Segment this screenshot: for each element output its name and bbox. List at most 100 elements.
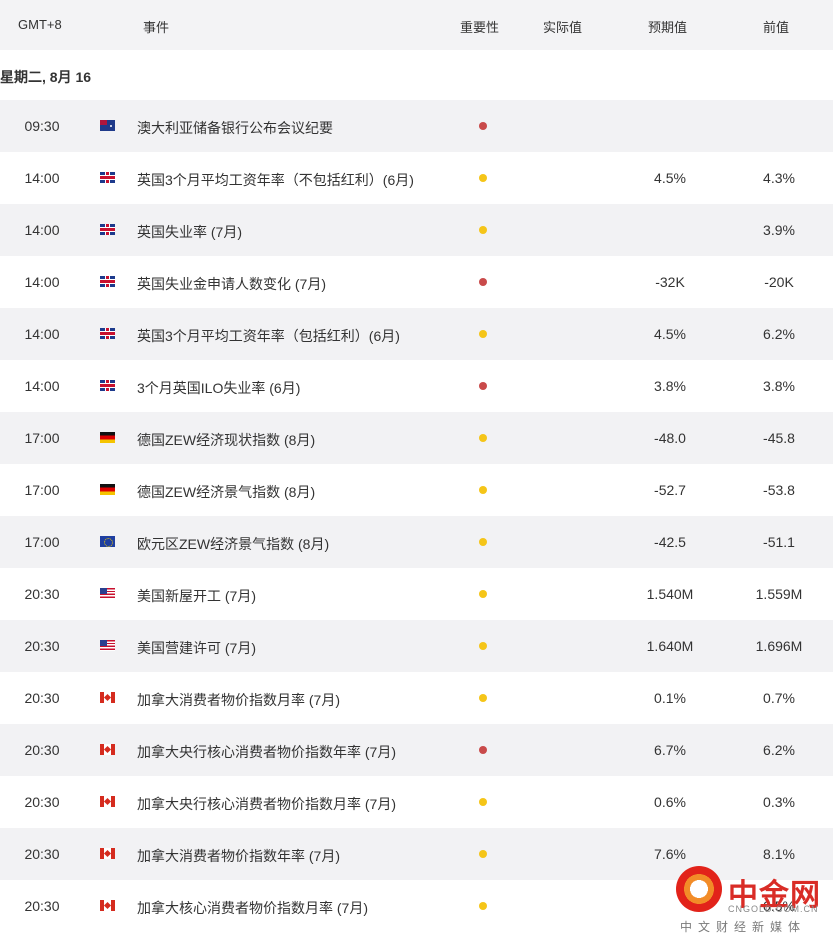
event-list: 09:30 澳大利亚储备银行公布会议纪要 14:00 英国3个月平均工资年率（不包括红…	[0, 100, 833, 932]
event-name[interactable]: 英国3个月平均工资年率（包括红利）(6月)	[137, 326, 400, 346]
germany-flag-icon	[100, 432, 115, 443]
timezone-header[interactable]: GMT+8	[18, 17, 62, 32]
table-row[interactable]: 09:30 澳大利亚储备银行公布会议纪要	[0, 100, 833, 152]
previous-value: 0.3%	[763, 794, 795, 810]
table-row[interactable]: 14:00 英国3个月平均工资年率（包括红利）(6月) 4.5% 6.2%	[0, 308, 833, 360]
previous-value: -53.8	[763, 482, 795, 498]
event-time: 09:30	[24, 118, 60, 134]
previous-value: 1.696M	[755, 638, 803, 654]
forecast-value: -52.7	[654, 482, 686, 498]
table-row[interactable]: 14:00 3个月英国ILO失业率 (6月) 3.8% 3.8%	[0, 360, 833, 412]
importance-dot	[479, 746, 487, 754]
watermark-url: CNGOLD.COM.CN	[728, 904, 819, 914]
watermark: 中金网 CNGOLD.COM.CN 中文财经新媒体	[676, 866, 833, 942]
event-name[interactable]: 英国3个月平均工资年率（不包括红利）(6月)	[137, 170, 414, 190]
table-row[interactable]: 20:30 加拿大央行核心消费者物价指数年率 (7月) 6.7% 6.2%	[0, 724, 833, 776]
importance-dot	[479, 902, 487, 910]
event-name[interactable]: 德国ZEW经济景气指数 (8月)	[137, 482, 315, 502]
us-flag-icon	[100, 640, 115, 651]
forecast-value: 1.640M	[646, 638, 694, 654]
germany-flag-icon	[100, 484, 115, 495]
event-time: 14:00	[24, 222, 60, 238]
uk-flag-icon	[100, 328, 115, 339]
importance-dot	[479, 122, 487, 130]
event-time: 20:30	[24, 638, 60, 654]
event-time: 14:00	[24, 274, 60, 290]
event-time: 17:00	[24, 482, 60, 498]
previous-value: 6.2%	[763, 326, 795, 342]
table-row[interactable]: 14:00 英国失业率 (7月) 3.9%	[0, 204, 833, 256]
table-row[interactable]: 17:00 欧元区ZEW经济景气指数 (8月) -42.5 -51.1	[0, 516, 833, 568]
previous-value: 6.2%	[763, 742, 795, 758]
previous-value: 4.3%	[763, 170, 795, 186]
uk-flag-icon	[100, 276, 115, 287]
importance-dot	[479, 486, 487, 494]
table-row[interactable]: 20:30 加拿大消费者物价指数月率 (7月) 0.1% 0.7%	[0, 672, 833, 724]
previous-value: -20K	[764, 274, 794, 290]
forecast-value: 4.5%	[654, 170, 686, 186]
event-time: 14:00	[24, 326, 60, 342]
event-time: 20:30	[24, 846, 60, 862]
event-time: 20:30	[24, 690, 60, 706]
canada-flag-icon	[100, 692, 115, 703]
importance-dot	[479, 538, 487, 546]
event-name[interactable]: 加拿大消费者物价指数月率 (7月)	[137, 690, 340, 710]
event-time: 20:30	[24, 898, 60, 914]
event-time: 17:00	[24, 534, 60, 550]
event-name[interactable]: 加拿大核心消费者物价指数月率 (7月)	[137, 898, 368, 918]
previous-value: 8.1%	[763, 846, 795, 862]
event-name[interactable]: 加拿大央行核心消费者物价指数年率 (7月)	[137, 742, 396, 762]
table-row[interactable]: 20:30 美国新屋开工 (7月) 1.540M 1.559M	[0, 568, 833, 620]
event-name[interactable]: 澳大利亚储备银行公布会议纪要	[137, 118, 333, 138]
event-header: 事件	[143, 20, 170, 35]
canada-flag-icon	[100, 796, 115, 807]
event-time: 20:30	[24, 586, 60, 602]
event-time: 14:00	[24, 170, 60, 186]
event-name[interactable]: 3个月英国ILO失业率 (6月)	[137, 378, 300, 398]
actual-header: 实际值	[543, 20, 583, 35]
table-row[interactable]: 14:00 英国3个月平均工资年率（不包括红利）(6月) 4.5% 4.3%	[0, 152, 833, 204]
table-row[interactable]: 20:30 加拿大央行核心消费者物价指数月率 (7月) 0.6% 0.3%	[0, 776, 833, 828]
cngold-logo-icon	[676, 866, 722, 912]
forecast-value: -32K	[655, 274, 685, 290]
previous-value: -45.8	[763, 430, 795, 446]
importance-dot	[479, 226, 487, 234]
canada-flag-icon	[100, 900, 115, 911]
table-header: GMT+8 事件 重要性 实际值 预期值 前值	[0, 0, 833, 50]
forecast-value: 4.5%	[654, 326, 686, 342]
table-row[interactable]: 17:00 德国ZEW经济现状指数 (8月) -48.0 -45.8	[0, 412, 833, 464]
forecast-value: 7.6%	[654, 846, 686, 862]
event-time: 17:00	[24, 430, 60, 446]
event-name[interactable]: 英国失业金申请人数变化 (7月)	[137, 274, 326, 294]
event-name[interactable]: 英国失业率 (7月)	[137, 222, 242, 242]
forecast-header: 预期值	[648, 20, 688, 35]
event-name[interactable]: 欧元区ZEW经济景气指数 (8月)	[137, 534, 329, 554]
importance-dot	[479, 330, 487, 338]
importance-dot	[479, 694, 487, 702]
importance-dot	[479, 278, 487, 286]
table-row[interactable]: 17:00 德国ZEW经济景气指数 (8月) -52.7 -53.8	[0, 464, 833, 516]
event-name[interactable]: 美国营建许可 (7月)	[137, 638, 256, 658]
event-name[interactable]: 加拿大消费者物价指数年率 (7月)	[137, 846, 340, 866]
event-name[interactable]: 加拿大央行核心消费者物价指数月率 (7月)	[137, 794, 396, 814]
importance-dot	[479, 434, 487, 442]
event-time: 20:30	[24, 742, 60, 758]
table-row[interactable]: 20:30 美国营建许可 (7月) 1.640M 1.696M	[0, 620, 833, 672]
importance-dot	[479, 642, 487, 650]
event-time: 20:30	[24, 794, 60, 810]
forecast-value: 3.8%	[654, 378, 686, 394]
watermark-subtitle: 中文财经新媒体	[680, 920, 807, 934]
uk-flag-icon	[100, 380, 115, 391]
forecast-value: 1.540M	[646, 586, 694, 602]
importance-dot	[479, 850, 487, 858]
date-label: 星期二, 8月 16	[0, 69, 92, 85]
event-name[interactable]: 德国ZEW经济现状指数 (8月)	[137, 430, 315, 450]
importance-dot	[479, 590, 487, 598]
importance-dot	[479, 382, 487, 390]
table-row[interactable]: 14:00 英国失业金申请人数变化 (7月) -32K -20K	[0, 256, 833, 308]
previous-value: -51.1	[763, 534, 795, 550]
forecast-value: 0.6%	[654, 794, 686, 810]
event-name[interactable]: 美国新屋开工 (7月)	[137, 586, 256, 606]
importance-header: 重要性	[460, 20, 500, 35]
canada-flag-icon	[100, 744, 115, 755]
